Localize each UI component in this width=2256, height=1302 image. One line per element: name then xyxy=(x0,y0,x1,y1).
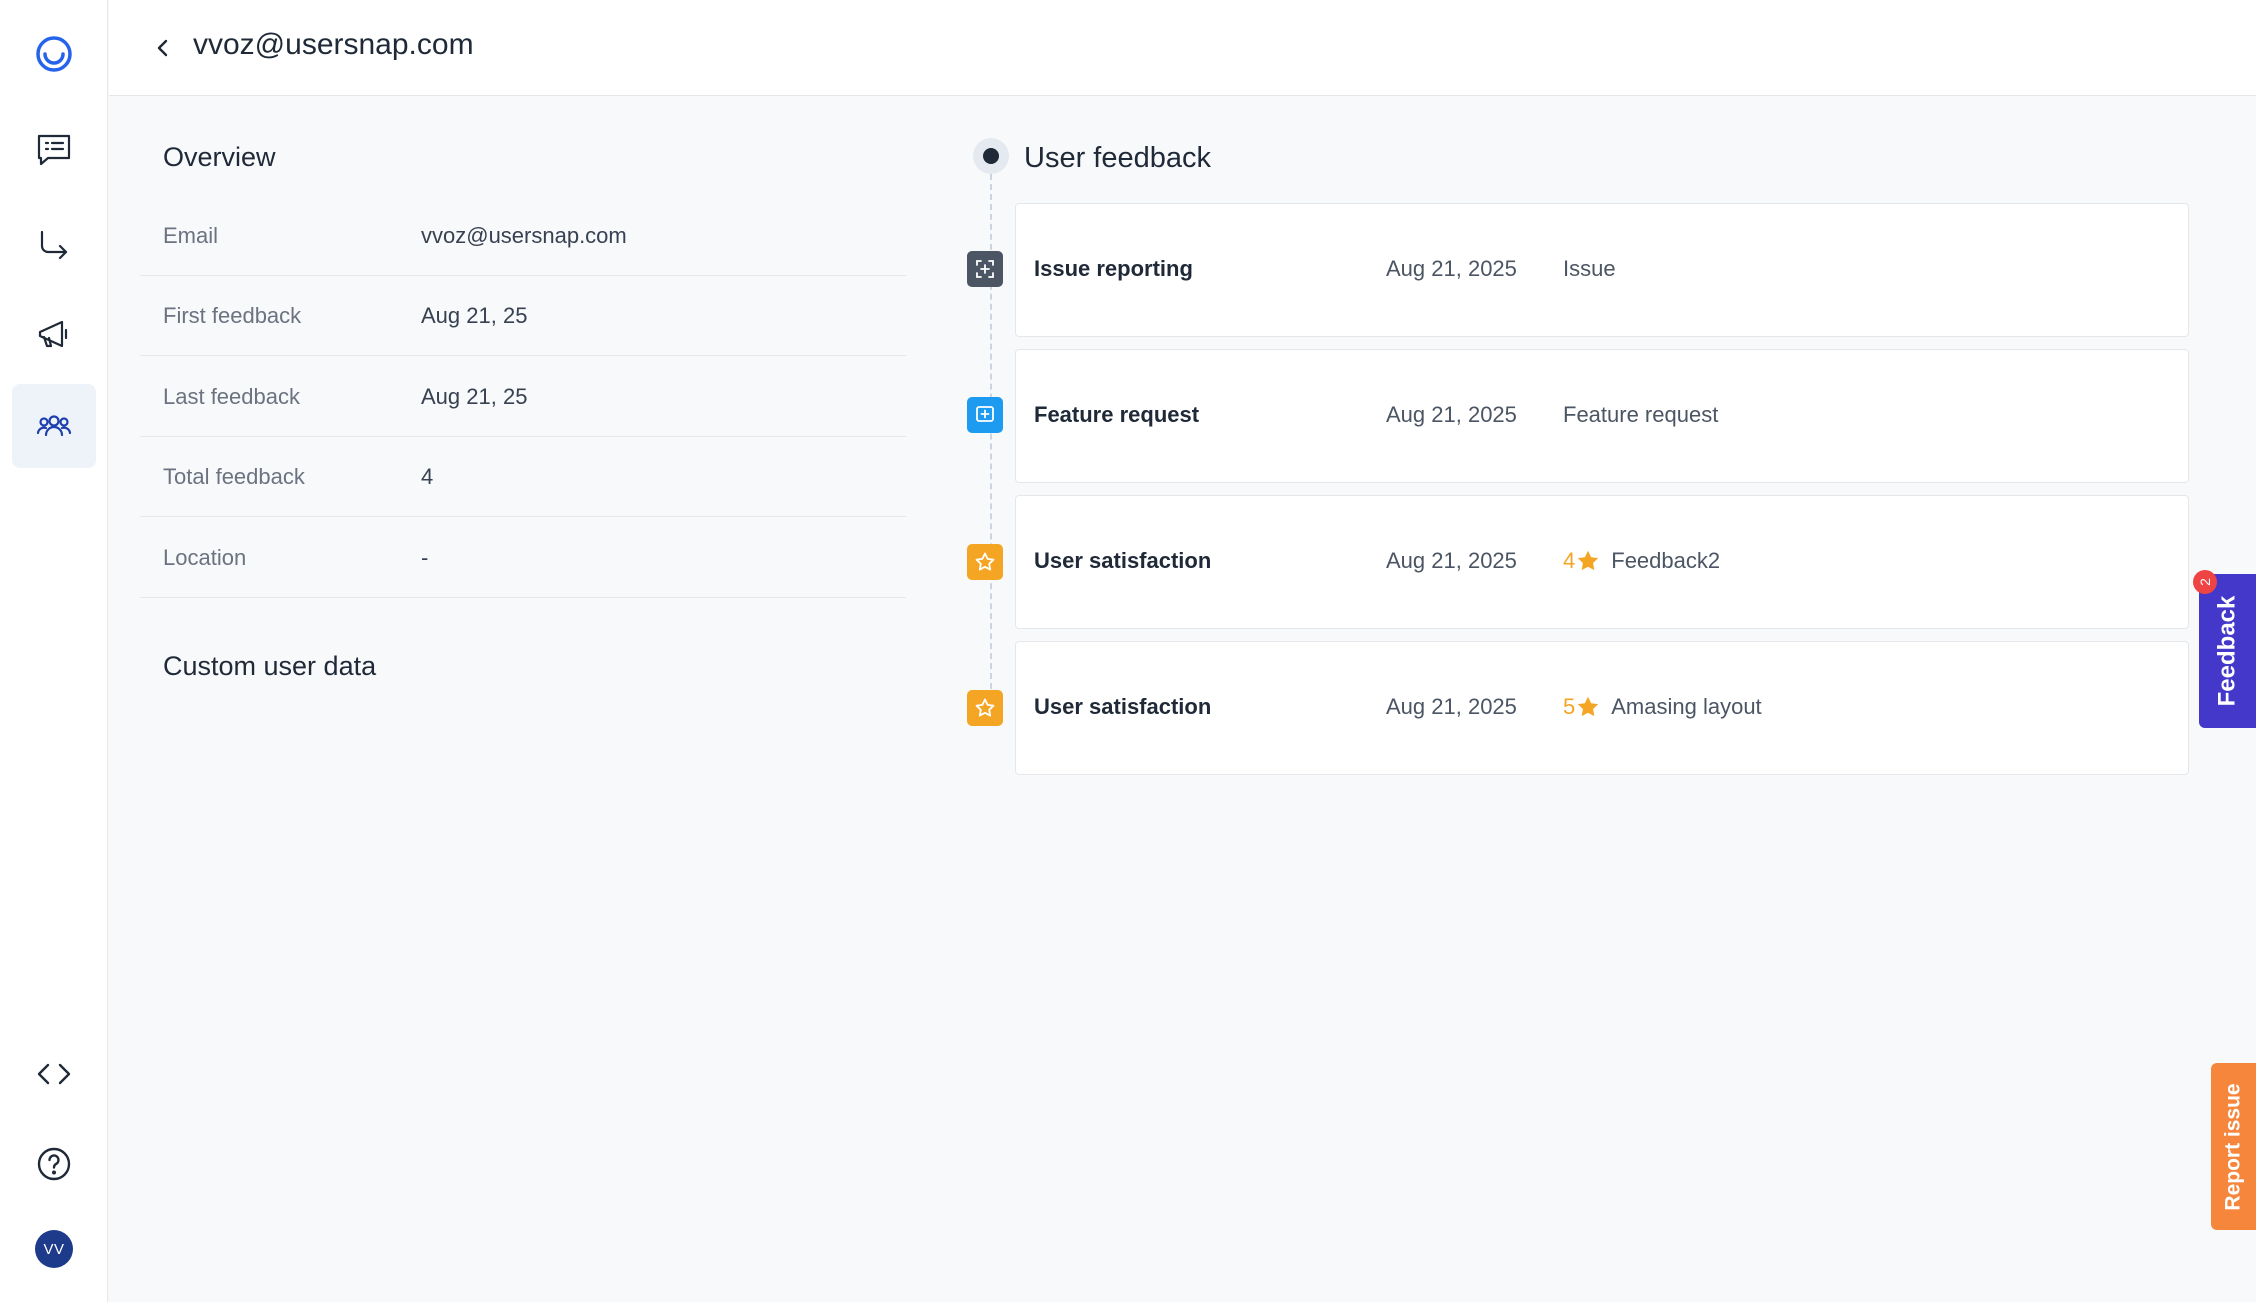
star-icon xyxy=(967,544,1003,580)
feedback-item-name: Feature request xyxy=(1034,402,1200,427)
sidebar-item-feedback[interactable] xyxy=(12,108,96,192)
feedback-item-type: Feature request xyxy=(1563,402,1719,427)
star-filled-icon xyxy=(1578,696,1599,717)
info-label: Location xyxy=(163,545,247,570)
feedback-item[interactable]: Feature request Aug 21, 2025 Feature req… xyxy=(1015,349,2189,483)
feedback-item-type-rating: 4 Feedback2 xyxy=(1563,548,1720,574)
message-list-icon xyxy=(37,134,71,166)
report-issue-label: Report issue xyxy=(2221,1082,2245,1211)
info-value: Aug 21, 25 xyxy=(421,384,528,409)
back-button[interactable] xyxy=(145,30,181,66)
info-label: Email xyxy=(163,223,219,248)
plus-square-icon xyxy=(967,397,1003,433)
report-issue-button[interactable]: Report issue xyxy=(2211,1063,2256,1230)
feedback-item-date: Aug 21, 2025 xyxy=(1386,256,1517,281)
users-icon xyxy=(36,415,72,437)
feedback-widget-label: Feedback xyxy=(2213,595,2241,707)
megaphone-icon xyxy=(38,320,68,348)
feedback-widget-button[interactable]: Feedback xyxy=(2199,574,2256,728)
info-row-total-feedback: Total feedback 4 xyxy=(140,437,906,517)
feedback-comment: Feedback2 xyxy=(1611,548,1721,573)
info-row-first-feedback: First feedback Aug 21, 25 xyxy=(140,276,906,356)
info-row-email: Email vvoz@usersnap.com xyxy=(140,196,906,276)
sidebar-item-code[interactable] xyxy=(12,1032,96,1116)
feedback-item-name: User satisfaction xyxy=(1034,694,1212,719)
info-value: - xyxy=(421,545,429,570)
feedback-item-name: User satisfaction xyxy=(1034,548,1212,573)
feedback-comment: Amasing layout xyxy=(1611,694,1762,719)
feedback-item[interactable]: Issue reporting Aug 21, 2025 Issue xyxy=(1015,203,2189,337)
page-header: vvoz@usersnap.com xyxy=(109,0,2256,96)
usersnap-logo-icon xyxy=(36,36,72,72)
sidebar-item-users[interactable] xyxy=(12,384,96,468)
code-icon xyxy=(37,1063,71,1085)
notification-badge: 2 xyxy=(2193,570,2217,594)
feedback-item-type: Issue xyxy=(1563,256,1616,281)
rating-value: 4 xyxy=(1563,548,1576,573)
route-arrow-icon xyxy=(40,230,68,260)
feedback-item-name: Issue reporting xyxy=(1034,256,1193,281)
chevron-left-icon xyxy=(157,39,168,57)
timeline-title: User feedback xyxy=(1024,142,1211,174)
feedback-item-type-rating: 5 Amasing layout xyxy=(1563,694,1762,720)
info-value: 4 xyxy=(421,464,434,489)
custom-user-data-title: Custom user data xyxy=(163,651,377,681)
feedback-item[interactable]: User satisfaction Aug 21, 2025 5 Amasing… xyxy=(1015,641,2189,775)
page-title: vvoz@usersnap.com xyxy=(193,28,474,61)
feedback-item-date: Aug 21, 2025 xyxy=(1386,694,1517,719)
sidebar-item-announcements[interactable] xyxy=(12,292,96,376)
info-label: Last feedback xyxy=(163,384,300,409)
rating-value: 5 xyxy=(1563,694,1576,719)
overview-title: Overview xyxy=(163,142,276,172)
avatar[interactable]: VV xyxy=(35,1230,73,1268)
sidebar-item-help[interactable] xyxy=(12,1122,96,1206)
info-value: Aug 21, 25 xyxy=(421,303,528,328)
timeline-head-dot xyxy=(973,138,1009,174)
info-value: vvoz@usersnap.com xyxy=(421,223,627,248)
feedback-item-date: Aug 21, 2025 xyxy=(1386,548,1517,573)
sidebar: VV xyxy=(0,0,108,1302)
sidebar-item-workflows[interactable] xyxy=(12,204,96,288)
info-label: First feedback xyxy=(163,303,302,328)
logo-button[interactable] xyxy=(12,12,96,96)
screenshot-plus-icon xyxy=(967,251,1003,287)
feedback-item-date: Aug 21, 2025 xyxy=(1386,402,1517,427)
info-row-location: Location - xyxy=(140,518,906,598)
star-filled-icon xyxy=(1578,550,1599,571)
info-label: Total feedback xyxy=(163,464,305,489)
star-icon xyxy=(967,690,1003,726)
info-row-last-feedback: Last feedback Aug 21, 25 xyxy=(140,357,906,437)
feedback-item[interactable]: User satisfaction Aug 21, 2025 4 Feedbac… xyxy=(1015,495,2189,629)
help-circle-icon xyxy=(37,1147,71,1181)
